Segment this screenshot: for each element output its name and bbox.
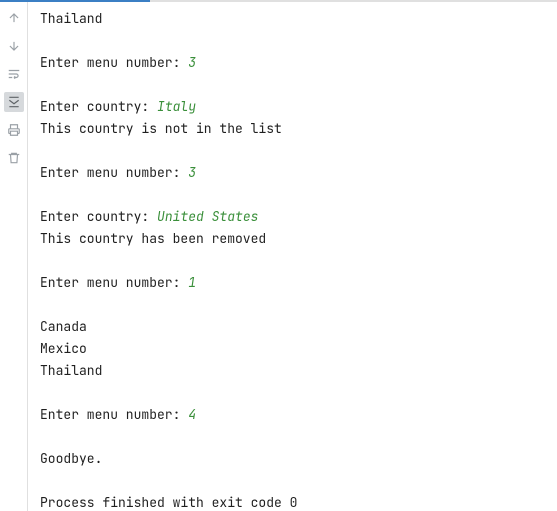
trash-icon[interactable] [4, 148, 24, 168]
exit-message: Process finished with exit code 0 [40, 494, 297, 511]
console-line [40, 74, 547, 96]
console-line [40, 250, 547, 272]
console-line: This country has been removed [40, 228, 547, 250]
console-line: Process finished with exit code 0 [40, 492, 547, 511]
console-text: This country has been removed [40, 230, 266, 247]
console-line [40, 294, 547, 316]
console-user-input: 4 [188, 406, 196, 423]
console-text: Goodbye. [40, 450, 102, 467]
console-line: Enter menu number: 1 [40, 272, 547, 294]
console-user-input: United States [157, 208, 258, 225]
console-line: Thailand [40, 360, 547, 382]
arrow-down-icon[interactable] [4, 36, 24, 56]
main-area: Thailand Enter menu number: 3 Enter countr… [0, 2, 557, 511]
console-line [40, 426, 547, 448]
console-user-input: 1 [188, 274, 196, 291]
console-prompt: Enter menu number: [40, 164, 188, 181]
console-prompt: Enter country: [40, 208, 157, 225]
console-line: Thailand [40, 8, 547, 30]
print-icon[interactable] [4, 120, 24, 140]
console-line: Enter country: Italy [40, 96, 547, 118]
console-line: Enter menu number: 3 [40, 162, 547, 184]
active-tab-indicator [0, 0, 150, 2]
console-text: Canada [40, 318, 87, 335]
console-output[interactable]: Thailand Enter menu number: 3 Enter countr… [28, 2, 557, 511]
scroll-to-end-icon[interactable] [4, 92, 24, 112]
top-border [0, 0, 557, 2]
console-text: Thailand [40, 362, 102, 379]
console-line [40, 140, 547, 162]
console-prompt: Enter country: [40, 98, 157, 115]
console-line: Canada [40, 316, 547, 338]
console-user-input: 3 [188, 54, 196, 71]
console-prompt: Enter menu number: [40, 406, 188, 423]
console-text: Thailand [40, 10, 102, 27]
console-toolbar [0, 2, 28, 511]
console-text: Mexico [40, 340, 87, 357]
console-user-input: Italy [157, 98, 196, 115]
console-prompt: Enter menu number: [40, 274, 188, 291]
console-user-input: 3 [188, 164, 196, 181]
console-line: Mexico [40, 338, 547, 360]
console-prompt: Enter menu number: [40, 54, 188, 71]
console-line: Goodbye. [40, 448, 547, 470]
wrap-icon[interactable] [4, 64, 24, 84]
console-line [40, 470, 547, 492]
console-line: Enter menu number: 4 [40, 404, 547, 426]
console-line: Enter country: United States [40, 206, 547, 228]
console-line [40, 382, 547, 404]
console-line: This country is not in the list [40, 118, 547, 140]
console-text: This country is not in the list [40, 120, 282, 137]
arrow-up-icon[interactable] [4, 8, 24, 28]
console-line: Enter menu number: 3 [40, 52, 547, 74]
console-line [40, 184, 547, 206]
console-line [40, 30, 547, 52]
